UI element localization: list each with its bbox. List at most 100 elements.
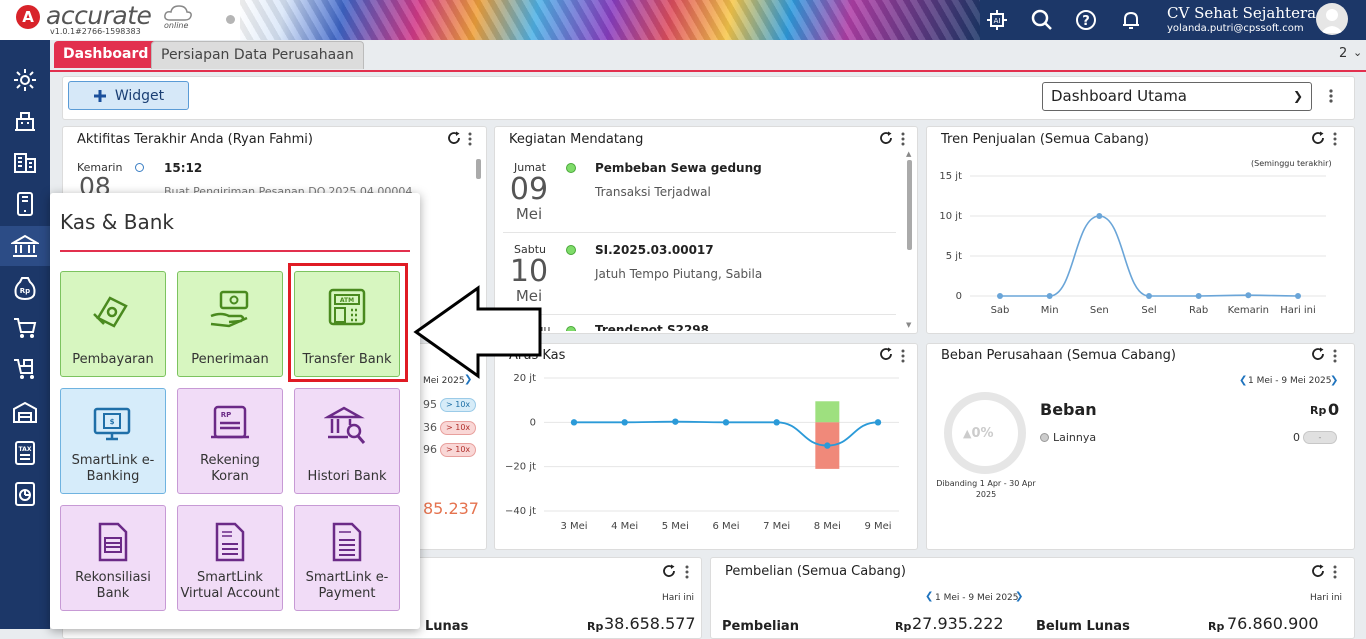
header-banner [240, 0, 980, 40]
chevron-right-icon[interactable]: ❯ [1015, 591, 1023, 602]
event-month: Mei [515, 205, 543, 223]
scroll-down-icon[interactable]: ▼ [906, 321, 911, 329]
data-point [1245, 292, 1252, 299]
dashboard-select[interactable]: Dashboard Utama ❯ [1042, 82, 1312, 111]
refresh-icon[interactable] [447, 131, 461, 145]
value-num: 95 [423, 398, 437, 411]
flyout-title: Kas & Bank [60, 210, 174, 234]
event-title[interactable]: SI.2025.03.00017 [595, 243, 714, 257]
tile-smartlink-ebanking[interactable]: $ SmartLink e-Banking [60, 388, 166, 494]
legend-dot [1040, 433, 1049, 442]
sidebar-item-inventory[interactable] [0, 392, 50, 432]
sidebar-item-settings[interactable] [0, 60, 50, 100]
tab-persiapan-data[interactable]: Persiapan Data Perusahaan [151, 41, 364, 69]
chevron-left-icon[interactable]: ❮ [925, 591, 933, 602]
chevron-right-icon[interactable]: ❯ [1330, 375, 1338, 386]
sidebar-item-ledger[interactable] [0, 142, 50, 182]
version-label: v1.0.1#2766-1598383 [50, 27, 141, 36]
data-point [874, 419, 882, 426]
tax-icon: TAX [15, 441, 35, 465]
svg-text:RP: RP [221, 411, 232, 419]
refresh-icon[interactable] [879, 347, 893, 361]
event-dot [566, 163, 576, 173]
x-tick-label: Sen [1090, 305, 1109, 316]
tile-label: Penerimaan [191, 352, 269, 367]
y-tick-label: −20 jt [505, 462, 536, 473]
more-icon[interactable] [1331, 131, 1339, 151]
chevron-left-icon[interactable]: ❮ [1239, 375, 1247, 386]
sidebar-item-sales[interactable] [0, 308, 50, 348]
sidebar-item-payment[interactable]: Rp [0, 268, 50, 308]
x-tick-label: 7 Mei [763, 521, 790, 532]
tab-count[interactable]: 2 [1339, 46, 1347, 61]
refresh-icon[interactable] [662, 564, 676, 578]
pembelian-currency: Rp [895, 620, 912, 633]
more-icon[interactable] [899, 131, 907, 151]
refresh-icon[interactable] [879, 131, 893, 145]
refresh-icon[interactable] [1311, 347, 1325, 361]
search-icon[interactable] [1030, 8, 1054, 32]
data-point [1146, 293, 1152, 299]
flyout-divider [60, 250, 410, 252]
tile-rekening-koran[interactable]: RP Rekening Koran [177, 388, 283, 494]
tile-label: Rekening Koran [200, 453, 260, 484]
add-widget-label: Widget [114, 87, 165, 104]
tile-penerimaan[interactable]: Penerimaan [177, 271, 283, 377]
sidebar-item-reports[interactable] [0, 474, 50, 514]
accurate-logo-icon: A [16, 5, 40, 29]
x-tick-label: Sel [1141, 305, 1156, 316]
belum-lunas-value: 76.860.900 [1227, 614, 1319, 633]
company-name[interactable]: CV Sehat Sejahtera [1167, 4, 1316, 22]
tile-label: SmartLink e-Payment [305, 570, 389, 601]
sidebar-item-tax[interactable]: TAX [0, 433, 50, 473]
tab-dashboard[interactable]: Dashboard [54, 41, 158, 68]
tile-pembayaran[interactable]: Pembayaran [60, 271, 166, 377]
more-icon[interactable] [466, 131, 474, 151]
card-pembelian-title: Pembelian (Semua Cabang) [725, 564, 906, 579]
sidebar-item-purchase[interactable] [0, 349, 50, 389]
tile-rekonsiliasi-bank[interactable]: Rekonsiliasi Bank [60, 505, 166, 611]
sidebar-item-company[interactable] [0, 100, 50, 140]
tile-smartlink-epayment[interactable]: SmartLink e-Payment [294, 505, 400, 611]
beban-currency: Rp [1310, 404, 1327, 417]
tile-histori-bank[interactable]: Histori Bank [294, 388, 400, 494]
add-widget-button[interactable]: Widget [68, 81, 189, 110]
ebanking-icon: $ [93, 407, 131, 441]
more-icon[interactable] [683, 564, 691, 584]
plus-icon [93, 89, 106, 102]
chevron-down-icon[interactable]: ⌄ [1353, 46, 1362, 59]
scrollbar[interactable] [907, 160, 912, 250]
sidebar-item-kas-bank[interactable] [0, 226, 50, 266]
data-point [824, 442, 831, 449]
event-title[interactable]: Pembeban Sewa gedung [595, 161, 762, 175]
scrollbar[interactable] [476, 159, 481, 179]
receive-money-icon [210, 290, 249, 328]
more-icon[interactable] [1331, 348, 1339, 368]
ai-assistant-icon[interactable]: AI [985, 8, 1009, 32]
lunas-value: 38.658.577 [604, 614, 696, 633]
refresh-icon[interactable] [1311, 131, 1325, 145]
scroll-up-icon[interactable]: ▲ [906, 150, 911, 158]
sidebar-item-devices[interactable] [0, 184, 50, 224]
belum-lunas-label: Belum Lunas [1036, 619, 1130, 634]
svg-text:$: $ [110, 418, 115, 426]
card-aktifitas-title: Aktifitas Terakhir Anda (Ryan Fahmi) [77, 132, 313, 147]
tile-smartlink-virtual-account[interactable]: SmartLink Virtual Account [177, 505, 283, 611]
x-tick-label: 6 Mei [712, 521, 739, 532]
avatar[interactable] [1316, 3, 1348, 35]
refresh-icon[interactable] [1311, 564, 1325, 578]
statement-icon: RP [211, 405, 249, 439]
lunas-label: Lunas [425, 619, 469, 634]
data-point [997, 293, 1003, 299]
more-icon[interactable] [1331, 564, 1339, 584]
office-icon [15, 112, 35, 131]
dashboard-more-icon[interactable] [1327, 88, 1335, 108]
data-point [1295, 293, 1301, 299]
bell-icon[interactable] [1119, 8, 1143, 32]
card-beban-title: Beban Perusahaan (Semua Cabang) [941, 348, 1176, 363]
y-tick-label: 10 jt [939, 211, 962, 222]
data-point [1096, 213, 1103, 219]
help-icon[interactable]: ? [1074, 8, 1098, 32]
x-tick-label: 4 Mei [611, 521, 638, 532]
user-avatar-icon [1321, 9, 1343, 33]
